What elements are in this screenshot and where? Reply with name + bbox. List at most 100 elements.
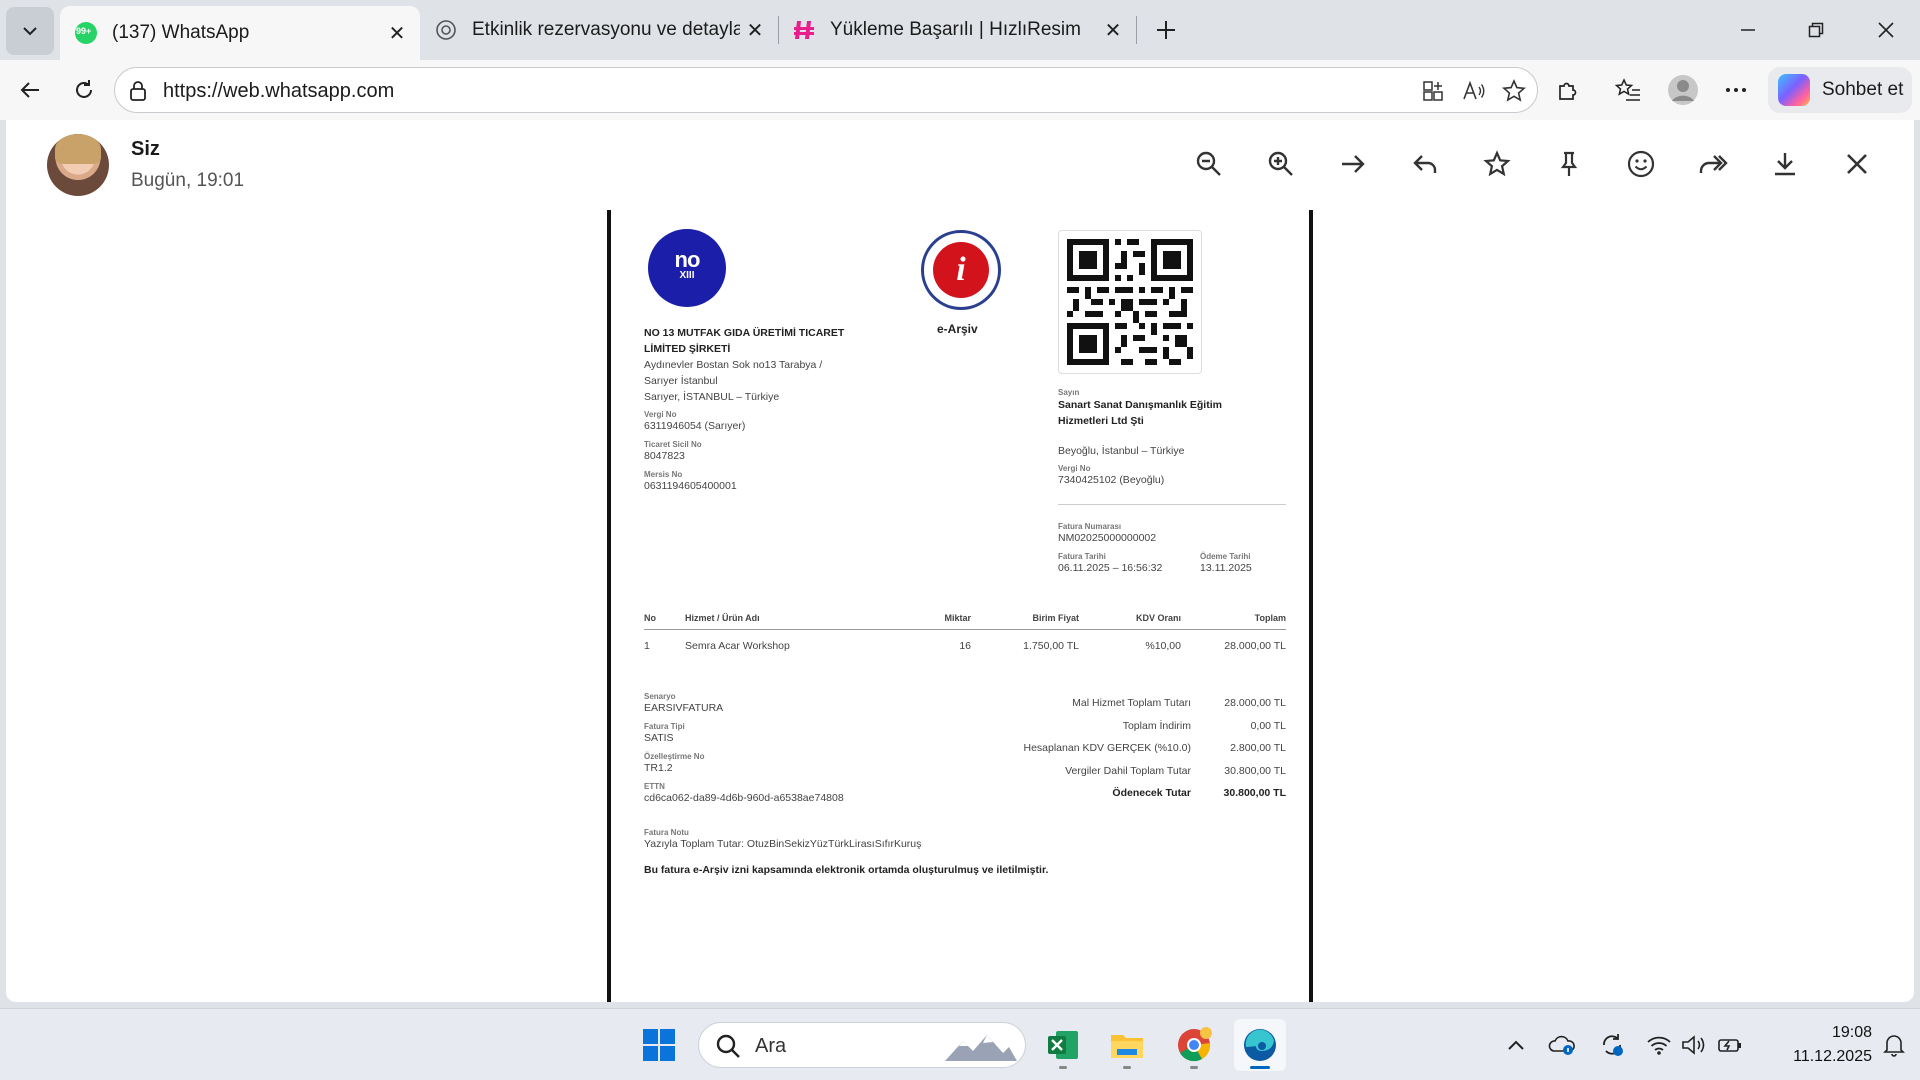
total-label: Hesaplanan KDV GERÇEK (%10.0) xyxy=(1023,742,1192,754)
taskbar-edge[interactable] xyxy=(1234,1019,1286,1071)
payment-date: 13.11.2025 xyxy=(1200,562,1252,574)
go-to-message-button[interactable] xyxy=(1333,144,1373,184)
total-value: 30.800,00 TL xyxy=(1224,765,1286,777)
total-label: Ödenecek Tutar xyxy=(1112,787,1191,799)
reply-button[interactable] xyxy=(1405,144,1445,184)
chevron-down-icon xyxy=(23,27,37,36)
ettn-value: cd6ca062-da89-4d6b-960d-a6538ae74808 xyxy=(644,792,844,804)
ozellestirme-label: Özelleştirme No xyxy=(644,752,705,761)
minimize-button[interactable] xyxy=(1720,8,1776,52)
react-button[interactable] xyxy=(1621,144,1661,184)
total-value: 2.800,00 TL xyxy=(1230,742,1286,754)
close-tab-icon[interactable]: ✕ xyxy=(1098,15,1128,45)
lock-icon[interactable] xyxy=(129,80,147,102)
close-icon xyxy=(1878,22,1894,38)
invoice-image[interactable]: no XIII i e-Arşiv NO 13 MUTFAK GIDA ÜRET… xyxy=(607,210,1313,1002)
seller-mersis-no: 0631194605400001 xyxy=(644,480,737,492)
address-bar[interactable]: https://web.whatsapp.com xyxy=(114,67,1538,113)
favorites-button[interactable] xyxy=(1610,72,1646,108)
avatar[interactable] xyxy=(47,134,109,196)
ozellestirme-value: TR1.2 xyxy=(644,762,673,774)
copilot-icon xyxy=(1778,74,1810,106)
close-tab-icon[interactable]: ✕ xyxy=(740,15,770,45)
zoom-out-icon xyxy=(1196,151,1221,176)
star-icon xyxy=(1483,150,1511,177)
download-button[interactable] xyxy=(1765,144,1805,184)
active-indicator xyxy=(1250,1066,1270,1069)
table-header: Hizmet / Ürün Adı xyxy=(685,613,760,623)
start-button[interactable] xyxy=(633,1019,685,1071)
seller-address-3: Sarıyer, İSTANBUL – Türkiye xyxy=(644,391,780,403)
total-label: Vergiler Dahil Toplam Tutar xyxy=(1065,765,1191,777)
battery-tray[interactable] xyxy=(1716,1031,1744,1059)
onedrive-tray[interactable] xyxy=(1548,1031,1576,1059)
extensions-button[interactable] xyxy=(1550,72,1586,108)
back-button[interactable] xyxy=(12,72,48,108)
seller-address-2: Sarıyer İstanbul xyxy=(644,375,718,387)
profile-button[interactable] xyxy=(1665,72,1701,108)
arrow-right-icon xyxy=(1342,155,1365,173)
seller-sicil-label: Ticaret Sicil No xyxy=(644,440,702,449)
taskbar-chrome[interactable] xyxy=(1168,1019,1220,1071)
zoom-in-button[interactable] xyxy=(1261,144,1301,184)
forward-button[interactable] xyxy=(1693,144,1733,184)
forward-icon xyxy=(1699,155,1728,173)
profile-avatar-icon xyxy=(1668,75,1698,105)
search-placeholder: Ara xyxy=(755,1035,787,1057)
volume-tray[interactable] xyxy=(1680,1031,1708,1059)
url-text[interactable]: https://web.whatsapp.com xyxy=(163,80,394,103)
new-tab-button[interactable] xyxy=(1148,12,1184,48)
table-cell: 28.000,00 TL xyxy=(1224,640,1286,652)
taskbar-search[interactable]: Ara xyxy=(698,1022,1026,1068)
pin-button[interactable] xyxy=(1549,144,1589,184)
table-cell: %10,00 xyxy=(1145,640,1181,652)
senaryo-value: EARSIVFATURA xyxy=(644,702,724,714)
favorite-star-icon[interactable] xyxy=(1501,78,1527,104)
seller-vergi-label: Vergi No xyxy=(644,410,677,419)
wifi-tray[interactable] xyxy=(1645,1031,1673,1059)
close-icon xyxy=(1847,154,1867,174)
read-aloud-icon[interactable] xyxy=(1461,78,1487,104)
tab-whatsapp[interactable]: 99+ (137) WhatsApp ✕ xyxy=(60,6,420,60)
running-indicator xyxy=(1190,1066,1198,1069)
whatsapp-media-viewer: Siz Bugün, 19:01 no XIII i e-Arşiv NO 13… xyxy=(6,120,1914,1002)
clock-date: 11.12.2025 xyxy=(1793,1048,1872,1065)
system-clock[interactable]: 19:08 11.12.2025 xyxy=(1762,1021,1872,1069)
divider xyxy=(1058,504,1286,505)
taskbar-excel[interactable] xyxy=(1037,1019,1089,1071)
notification-bell-icon xyxy=(1883,1035,1905,1057)
invoice-number-label: Fatura Numarası xyxy=(1058,522,1122,531)
chevron-up-icon xyxy=(1508,1040,1524,1050)
show-hidden-icons-button[interactable] xyxy=(1502,1031,1530,1059)
invoice-number: NM02025000000002 xyxy=(1058,532,1157,544)
close-window-button[interactable] xyxy=(1858,8,1914,52)
buyer-vergi-no: 7340425102 (Beyoğlu) xyxy=(1058,474,1165,486)
invoice-date: 06.11.2025 – 16:56:32 xyxy=(1058,562,1163,574)
openai-icon xyxy=(434,18,458,42)
star-button[interactable] xyxy=(1477,144,1517,184)
zoom-out-button[interactable] xyxy=(1189,144,1229,184)
close-viewer-button[interactable] xyxy=(1837,144,1877,184)
refresh-button[interactable] xyxy=(66,72,102,108)
total-value: 30.800,00 TL xyxy=(1223,787,1286,799)
cloud-info-icon xyxy=(1548,1035,1575,1055)
restore-button[interactable] xyxy=(1788,8,1844,52)
close-tab-icon[interactable]: ✕ xyxy=(382,18,412,48)
tab-actions-menu-button[interactable] xyxy=(6,7,54,55)
tab-title: Etkinlik rezervasyonu ve detaylar xyxy=(472,19,740,40)
pin-icon xyxy=(1560,151,1578,176)
app-available-icon[interactable] xyxy=(1420,78,1446,104)
copilot-chat-button[interactable]: Sohbet et xyxy=(1768,67,1912,113)
notifications-button[interactable] xyxy=(1880,1031,1908,1059)
sync-tray[interactable] xyxy=(1598,1031,1626,1059)
tab-etkinlik[interactable]: Etkinlik rezervasyonu ve detaylar ✕ xyxy=(420,6,778,54)
tab-title: (137) WhatsApp xyxy=(112,22,250,43)
invoice-footer-text: Bu fatura e-Arşiv izni kapsamında elektr… xyxy=(644,864,1049,876)
taskbar-file-explorer[interactable] xyxy=(1101,1019,1153,1071)
fatura-notu-label: Fatura Notu xyxy=(644,828,689,837)
refresh-icon xyxy=(76,80,92,98)
zoom-in-icon xyxy=(1268,151,1293,176)
sync-icon xyxy=(1603,1034,1623,1056)
settings-menu-button[interactable] xyxy=(1718,72,1754,108)
tab-hizliresim[interactable]: Yükleme Başarılı | HızlıResim ✕ xyxy=(778,6,1136,54)
